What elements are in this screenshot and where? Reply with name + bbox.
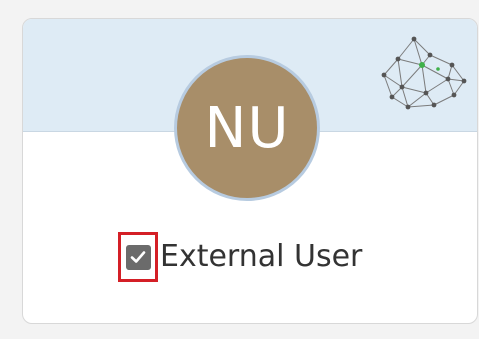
user-card: NU External User — [22, 18, 478, 324]
external-user-option[interactable]: External User — [118, 229, 362, 285]
checkmark-icon — [130, 251, 146, 263]
checkbox-focus-outline[interactable] — [118, 232, 158, 282]
avatar: NU — [174, 55, 320, 201]
external-user-label[interactable]: External User — [160, 242, 362, 272]
avatar-initials: NU — [204, 95, 290, 161]
external-user-checkbox[interactable] — [125, 244, 151, 270]
network-graph-icon — [381, 36, 467, 110]
